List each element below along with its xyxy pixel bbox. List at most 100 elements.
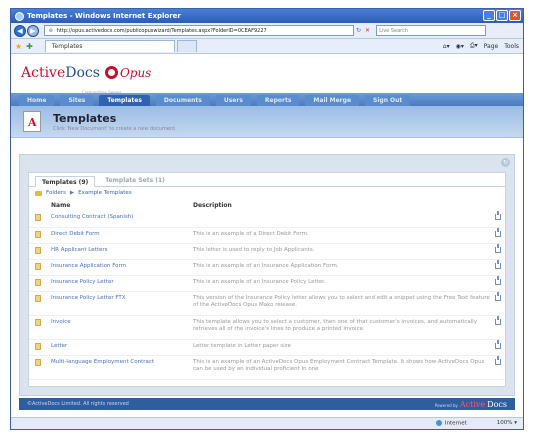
nav-mail-merge[interactable]: Mail Merge [305, 95, 360, 106]
zone-indicator: Internet [435, 420, 467, 427]
template-description [193, 211, 491, 228]
column-header-description[interactable]: Description [193, 199, 491, 211]
download-icon[interactable] [495, 291, 501, 301]
template-name-link[interactable]: Insurance Policy Letter FTX [51, 291, 193, 316]
logo-active-text: Active [21, 65, 66, 81]
table-row[interactable]: Letter Letter template in Letter paper s… [29, 339, 505, 356]
nav-templates[interactable]: Templates [99, 95, 150, 106]
zoom-control[interactable]: 100% ▾ [497, 420, 517, 427]
template-description: This is an example of an ActiveDocs Opus… [193, 355, 491, 380]
template-description: Letter template in Letter paper size [193, 339, 491, 356]
template-icon [35, 246, 41, 254]
nav-sign-out[interactable]: Sign Out [365, 95, 411, 106]
url-field[interactable]: e http://opus.activedocs.com/publicopusw… [44, 25, 354, 36]
tab-template-sets[interactable]: Template Sets (1) [99, 175, 171, 186]
tab-templates[interactable]: Templates (9) [35, 176, 96, 187]
window-title: Templates - Windows Internet Explorer [27, 12, 181, 20]
template-description: This is an example of an Insurance Appli… [193, 259, 491, 276]
download-icon[interactable] [495, 211, 501, 220]
nav-documents[interactable]: Documents [155, 95, 210, 106]
maximize-button[interactable]: □ [496, 10, 508, 21]
powered-by-logo: Powered by Active Docs [435, 400, 507, 409]
ie-icon [15, 11, 24, 21]
template-name-link[interactable]: Insurance Application Form [51, 259, 193, 276]
template-name-link[interactable]: Direct Debit Form [51, 227, 193, 244]
breadcrumb-separator-icon: ▶ [69, 190, 75, 196]
download-icon[interactable] [495, 259, 501, 269]
template-name-link[interactable]: Consulting Contract (Spanish) [51, 211, 193, 228]
zoom-level: 100% [496, 420, 513, 427]
templates-table: Name Description Consulting Contract (Sp… [29, 199, 505, 380]
back-button[interactable]: ◀ [14, 24, 26, 37]
stop-icon[interactable]: ✕ [365, 27, 370, 34]
forward-button[interactable]: ▶ [27, 24, 39, 37]
page-subtitle: Click 'New Document' to create a new doc… [53, 125, 177, 132]
template-name-link[interactable]: Multi-language Employment Contract [51, 355, 193, 380]
template-icon [35, 294, 41, 302]
copyright-text: ©ActiveDocs Limited. All rights reserved [27, 401, 129, 407]
print-icon[interactable]: ⎙▾ [470, 42, 478, 50]
page-menu[interactable]: Page [484, 43, 499, 50]
footer-brand-active: Active [459, 399, 486, 409]
breadcrumb-folders[interactable]: Folders [46, 190, 66, 196]
page-title: Templates [53, 111, 117, 125]
template-name-link[interactable]: HR Applicant Letters [51, 243, 193, 260]
favorites-star-icon[interactable]: ★ [15, 42, 22, 51]
table-row[interactable]: Direct Debit Form This is an example of … [29, 227, 505, 244]
column-header-name[interactable]: Name [51, 199, 193, 211]
home-icon[interactable]: ⌂▾ [443, 43, 450, 50]
logo-docs-text: Docs [65, 65, 100, 81]
browser-window: Templates - Windows Internet Explorer _ … [10, 8, 524, 430]
nav-reports[interactable]: Reports [256, 95, 300, 106]
tools-menu[interactable]: Tools [504, 43, 519, 50]
template-icon [35, 358, 41, 366]
zone-label: Internet [444, 420, 467, 427]
table-row[interactable]: Insurance Policy Letter FTX This version… [29, 291, 505, 316]
add-favorites-icon[interactable]: ✚ [26, 42, 33, 51]
table-row[interactable]: Invoice This template allows you to sele… [29, 315, 505, 340]
template-description: This template allows you to select a cus… [193, 315, 491, 340]
panel-tabs: Templates (9) Template Sets (1) [29, 173, 505, 187]
templates-panel-container: ↻ Templates (9) Template Sets (1) Folder… [19, 154, 515, 396]
refresh-icon[interactable]: ↻ [356, 27, 361, 34]
template-name-link[interactable]: Invoice [51, 315, 193, 340]
template-icon [35, 262, 41, 270]
new-tab-button[interactable] [176, 40, 197, 52]
table-row[interactable]: HR Applicant Letters This letter is used… [29, 243, 505, 260]
status-bar: Internet 100% ▾ [11, 417, 523, 429]
download-icon[interactable] [495, 275, 501, 285]
table-row[interactable]: Multi-language Employment Contract This … [29, 355, 505, 380]
download-icon[interactable] [495, 355, 501, 365]
nav-sites[interactable]: Sites [60, 95, 94, 106]
feeds-icon[interactable]: ◉▾ [456, 43, 464, 50]
browser-tab-templates[interactable]: Templates [44, 40, 175, 52]
template-description: This letter is used to reply to Job Appl… [193, 243, 491, 260]
breadcrumb-current[interactable]: Example Templates [78, 190, 132, 196]
template-description: This is an example of a Direct Debit For… [193, 227, 491, 244]
close-button[interactable]: × [509, 10, 521, 21]
template-icon [35, 318, 41, 326]
download-icon[interactable] [495, 227, 501, 237]
app-logo: Active Docs Opus [11, 54, 523, 93]
logo-opus-text: Opus [119, 66, 152, 80]
nav-home[interactable]: Home [19, 95, 55, 106]
template-name-link[interactable]: Letter [51, 339, 193, 356]
download-icon[interactable] [495, 315, 501, 325]
table-row[interactable]: Consulting Contract (Spanish) [29, 211, 505, 228]
table-row[interactable]: Insurance Policy Letter This is an examp… [29, 275, 505, 292]
title-bar: Templates - Windows Internet Explorer _ … [11, 9, 523, 23]
download-icon[interactable] [495, 339, 501, 349]
download-icon[interactable] [495, 243, 501, 253]
opus-logo-icon [104, 66, 118, 79]
minimize-button[interactable]: _ [483, 10, 495, 21]
template-name-link[interactable]: Insurance Policy Letter [51, 275, 193, 292]
command-bar: ⌂▾ ◉▾ ⎙▾ Page Tools [443, 42, 519, 50]
search-input[interactable]: Live Search [376, 25, 487, 36]
logo-subtitle: Composition Server [82, 90, 122, 95]
panel-refresh-icon[interactable]: ↻ [501, 158, 510, 167]
template-document-icon [23, 111, 41, 132]
page-header: Templates Click 'New Document' to create… [11, 106, 523, 138]
template-icon [35, 342, 41, 350]
table-row[interactable]: Insurance Application Form This is an ex… [29, 259, 505, 276]
nav-users[interactable]: Users [215, 95, 251, 106]
